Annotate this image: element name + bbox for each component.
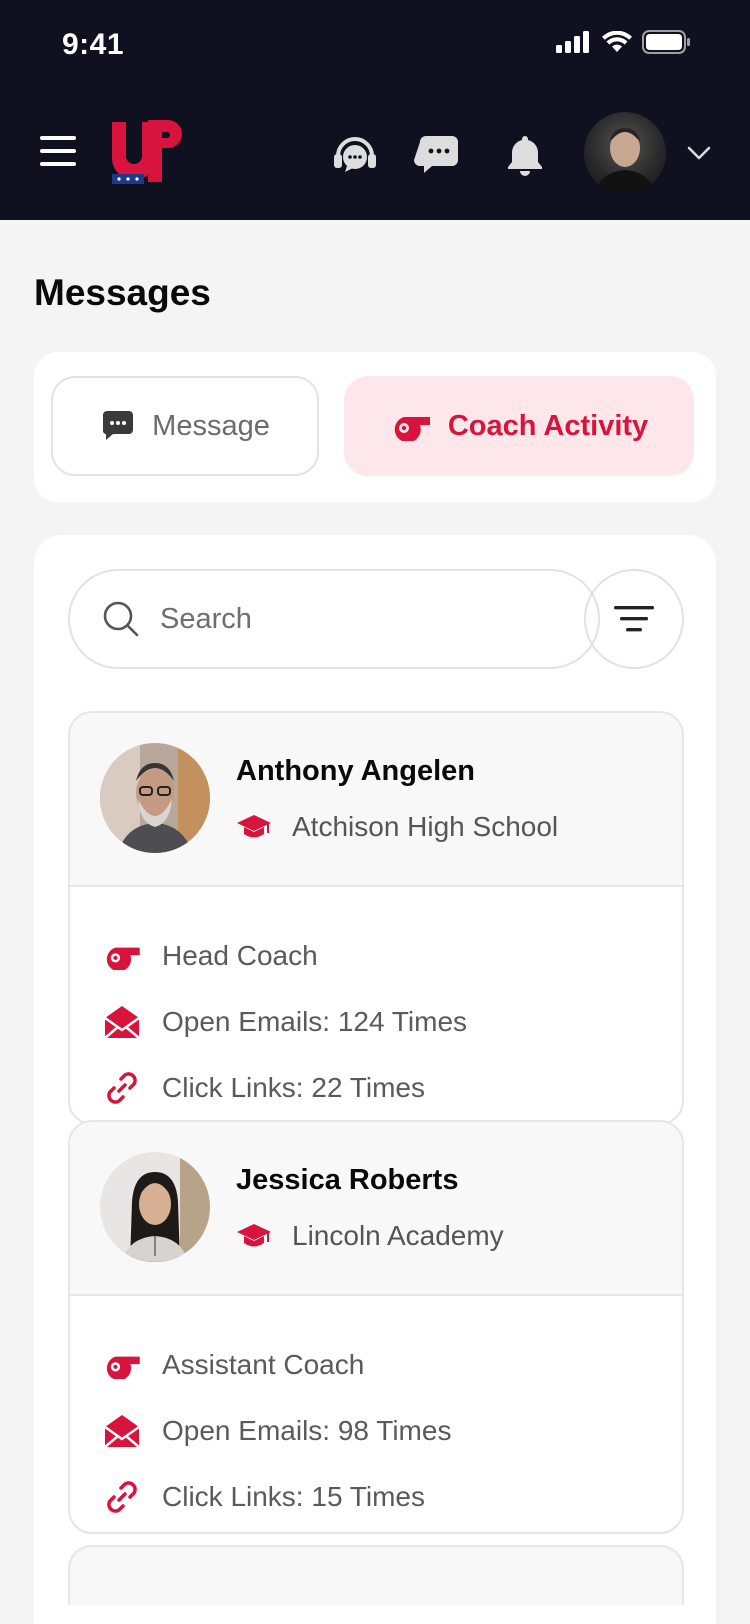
coach-avatar [100,1152,210,1262]
user-photo [594,128,656,194]
chat-icon [103,411,134,440]
coach-card[interactable]: Jessica Roberts Lincoln Academy Assistan… [68,1120,684,1534]
whistle-icon [106,947,140,970]
coach-school-label: Atchison High School [292,811,559,842]
coach-stats: Head Coach Open Emails: 124 Times Click … [70,887,682,1121]
click-links: Click Links: 15 Times [162,1481,425,1512]
graduation-cap-icon [237,815,271,838]
filter-button[interactable] [584,569,684,669]
coach-school: Atchison High School [236,811,558,843]
brand-logo [112,120,182,184]
coach-card-header: Anthony Angelen Atchison High School [70,713,682,887]
whistle-icon [394,417,430,441]
search-icon [103,601,139,637]
open-emails-row: Open Emails: 124 Times [102,989,682,1055]
coach-card[interactable]: Anthony Angelen Atchison High School Hea… [68,711,684,1125]
coach-role: Assistant Coach [162,1349,365,1380]
menu-icon [40,136,76,140]
click-links: Click Links: 22 Times [162,1072,425,1103]
chevron-down-icon[interactable] [686,140,712,166]
signal-icon [556,31,589,53]
coach-list-panel: Anthony Angelen Atchison High School Hea… [34,535,716,1624]
coach-role-row: Head Coach [102,923,682,989]
open-emails: Open Emails: 98 Times [162,1415,452,1446]
coach-avatar [100,743,210,853]
tab-coach-activity[interactable]: Coach Activity [344,376,694,476]
tab-message[interactable]: Message [51,376,319,476]
search-bar[interactable] [68,569,600,669]
link-icon [107,1481,137,1513]
tab-coach-activity-label: Coach Activity [447,409,649,442]
coach-school: Lincoln Academy [236,1220,504,1252]
filter-icon [614,606,654,632]
tab-message-label: Message [152,409,270,442]
open-envelope-icon [104,1006,140,1039]
coach-role: Head Coach [162,940,318,971]
open-envelope-icon [104,1415,140,1448]
open-emails-row: Open Emails: 98 Times [102,1398,682,1464]
coach-role-row: Assistant Coach [102,1332,682,1398]
battery-icon [642,30,690,54]
coach-name: Anthony Angelen [236,755,475,787]
coach-name: Jessica Roberts [236,1164,459,1196]
menu-button[interactable] [40,136,76,168]
status-icons [556,30,692,54]
coach-stats: Assistant Coach Open Emails: 98 Times Cl… [70,1296,682,1530]
coach-card-partial[interactable] [68,1545,684,1605]
bell-icon[interactable] [500,130,550,180]
coach-school-label: Lincoln Academy [292,1220,504,1251]
open-emails: Open Emails: 124 Times [162,1006,468,1037]
page-title: Messages [34,272,211,313]
whistle-icon [106,1356,140,1379]
click-links-row: Click Links: 22 Times [102,1055,682,1121]
click-links-row: Click Links: 15 Times [102,1464,682,1530]
user-avatar[interactable] [584,112,666,194]
status-time: 9:41 [62,28,125,61]
coach-card-header: Jessica Roberts Lincoln Academy [70,1122,682,1296]
wifi-icon [602,31,632,52]
chat-icon[interactable] [414,130,464,180]
tabs-container: Message Coach Activity [34,352,716,502]
link-icon [107,1072,137,1104]
app-header: 9:41 [0,0,750,220]
search-input[interactable] [160,602,540,636]
graduation-cap-icon [237,1224,271,1247]
support-headset-icon[interactable] [330,130,380,180]
